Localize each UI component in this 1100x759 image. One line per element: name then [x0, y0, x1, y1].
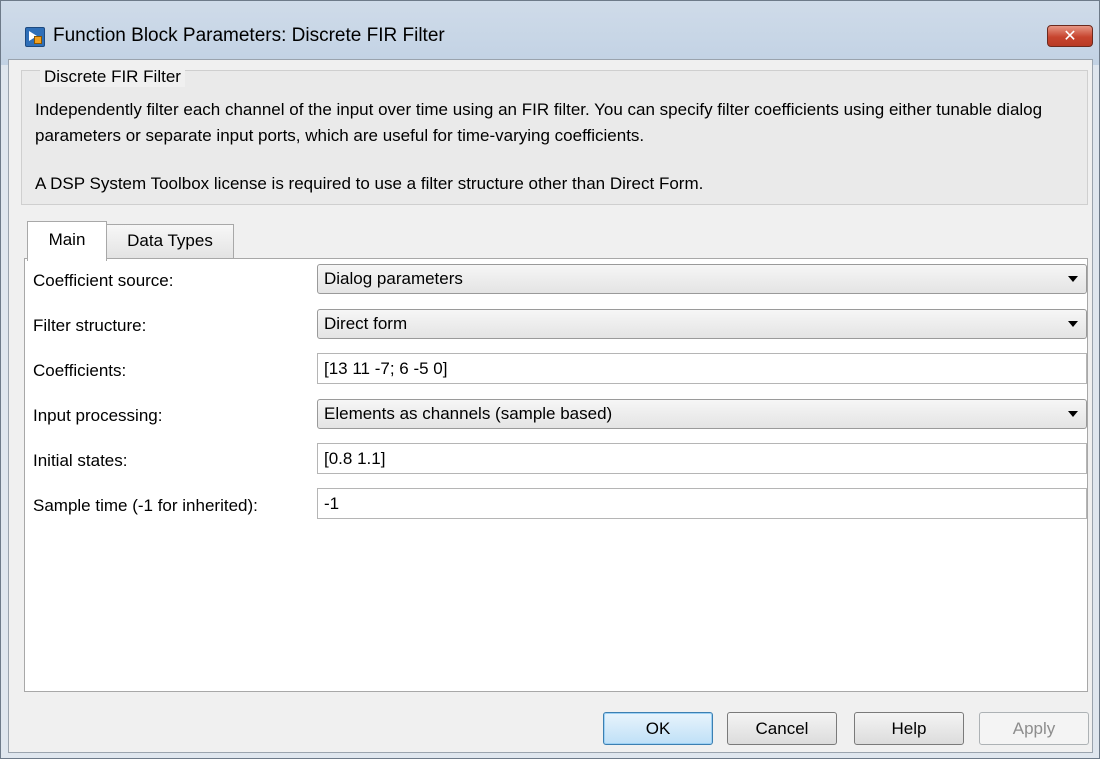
dialog-window: Function Block Parameters: Discrete FIR …: [0, 0, 1100, 759]
block-description: Independently filter each channel of the…: [35, 100, 1043, 145]
cancel-button[interactable]: Cancel: [727, 712, 837, 745]
main-tab-panel: Coefficient source: Dialog parameters Fi…: [24, 258, 1088, 692]
coefficient-source-label: Coefficient source:: [33, 271, 174, 290]
close-button[interactable]: ✕: [1047, 25, 1093, 47]
license-note: A DSP System Toolbox license is required…: [35, 174, 704, 193]
sample-time-input[interactable]: -1: [317, 488, 1087, 519]
dialog-content: Discrete FIR Filter Independently filter…: [8, 59, 1093, 753]
coefficient-source-select[interactable]: Dialog parameters: [317, 264, 1087, 294]
sample-time-label: Sample time (-1 for inherited):: [33, 496, 258, 515]
coefficient-source-value: Dialog parameters: [324, 269, 463, 288]
ok-button[interactable]: OK: [603, 712, 713, 745]
apply-button[interactable]: Apply: [979, 712, 1089, 745]
block-description-group: Discrete FIR Filter Independently filter…: [21, 67, 1088, 205]
filter-structure-select[interactable]: Direct form: [317, 309, 1087, 339]
dropdown-arrow-icon: [1068, 411, 1078, 417]
coefficients-input[interactable]: [13 11 -7; 6 -5 0]: [317, 353, 1087, 384]
title-bar[interactable]: Function Block Parameters: Discrete FIR …: [1, 1, 1099, 65]
dropdown-arrow-icon: [1068, 276, 1078, 282]
filter-structure-value: Direct form: [324, 314, 408, 333]
filter-structure-label: Filter structure:: [33, 316, 147, 335]
block-name: Discrete FIR Filter: [40, 67, 185, 87]
window-title: Function Block Parameters: Discrete FIR …: [53, 25, 445, 46]
coefficients-label: Coefficients:: [33, 361, 127, 380]
input-processing-select[interactable]: Elements as channels (sample based): [317, 399, 1087, 429]
input-processing-label: Input processing:: [33, 406, 163, 425]
dropdown-arrow-icon: [1068, 321, 1078, 327]
initial-states-label: Initial states:: [33, 451, 128, 470]
simulink-block-icon: [25, 27, 45, 47]
help-button[interactable]: Help: [854, 712, 964, 745]
input-processing-value: Elements as channels (sample based): [324, 404, 613, 423]
initial-states-input[interactable]: [0.8 1.1]: [317, 443, 1087, 474]
tab-main[interactable]: Main: [27, 221, 107, 261]
close-icon: ✕: [1063, 26, 1077, 45]
tab-data-types[interactable]: Data Types: [106, 224, 234, 260]
